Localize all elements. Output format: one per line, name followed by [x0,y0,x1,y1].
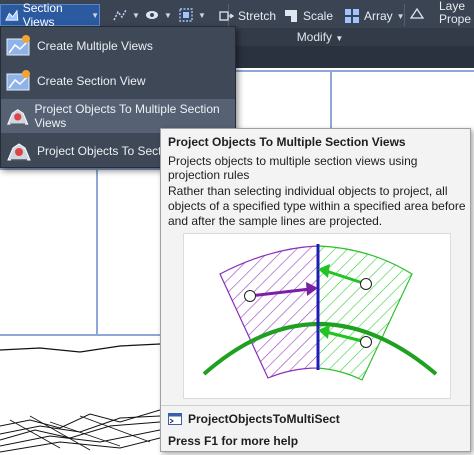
section-grid-line [330,70,332,130]
ribbon-separator [404,4,405,26]
array-button[interactable]: Array ▼ [344,5,405,27]
polyline-icon [113,9,127,21]
selection-tool-button[interactable]: ▼ [178,4,206,26]
section-views-label: Section Views [22,1,63,29]
scale-label: Scale [303,9,334,23]
menu-item-create-multiple-views[interactable]: Create Multiple Views [1,29,235,63]
chevron-down-icon: ▼ [198,10,206,20]
stretch-button[interactable]: Stretch [218,5,276,27]
section-grid-line [0,168,160,170]
layer-properties-icon [409,7,425,19]
properties-label: Prope [439,12,472,26]
scale-icon [285,10,297,22]
array-label: Array [364,9,393,23]
section-views-button[interactable]: Section Views ▼ [0,1,100,29]
modify-panel-button[interactable]: Modify ▼ [236,28,404,46]
stretch-icon [219,11,234,21]
selection-box-icon [179,8,193,22]
tooltip-illustration [183,233,451,399]
menu-item-label: Create Multiple Views [37,39,153,53]
command-tooltip: Project Objects To Multiple Section View… [160,128,471,452]
projection-diagram [202,244,438,381]
tooltip-description: Projects objects to multiple section vie… [168,154,418,182]
tooltip-help: Press F1 for more help [168,434,299,448]
menu-item-label: Create Section View [37,74,146,88]
section-view-icon [5,9,19,21]
menu-item-label: Project Objects To Multiple Section View… [34,102,220,130]
project-objects-section-icon [7,143,31,161]
stretch-label: Stretch [238,9,277,23]
chevron-down-icon: ▼ [164,10,172,20]
layer-properties-label: Laye Prope [439,0,471,26]
polyline-tool-button[interactable]: ▼ [112,4,140,26]
tooltip-title: Project Objects To Multiple Section View… [168,135,406,149]
array-icon [345,9,359,23]
modify-panel-label: Modify [296,30,333,44]
create-section-view-icon [6,70,30,91]
tooltip-body: Rather than selecting individual objects… [168,184,466,228]
profile-lines [0,343,160,453]
tooltip-command: ProjectObjectsToMultiSect [168,412,340,426]
command-line-icon [168,413,182,425]
eye-icon [146,11,158,19]
create-multiple-views-icon [6,35,30,56]
view-tool-button[interactable]: ▼ [144,4,172,26]
tooltip-divider [161,405,470,406]
layer-properties-button[interactable] [409,3,425,25]
chevron-down-icon: ▼ [91,10,99,20]
project-objects-multiple-icon [7,109,29,125]
section-grid-line [96,168,98,334]
chevron-down-icon: ▼ [132,10,140,20]
chevron-down-icon: ▼ [335,34,344,43]
scale-button[interactable]: Scale [283,5,333,27]
menu-item-create-section-view[interactable]: Create Section View [1,64,235,98]
command-name: ProjectObjectsToMultiSect [188,412,340,426]
